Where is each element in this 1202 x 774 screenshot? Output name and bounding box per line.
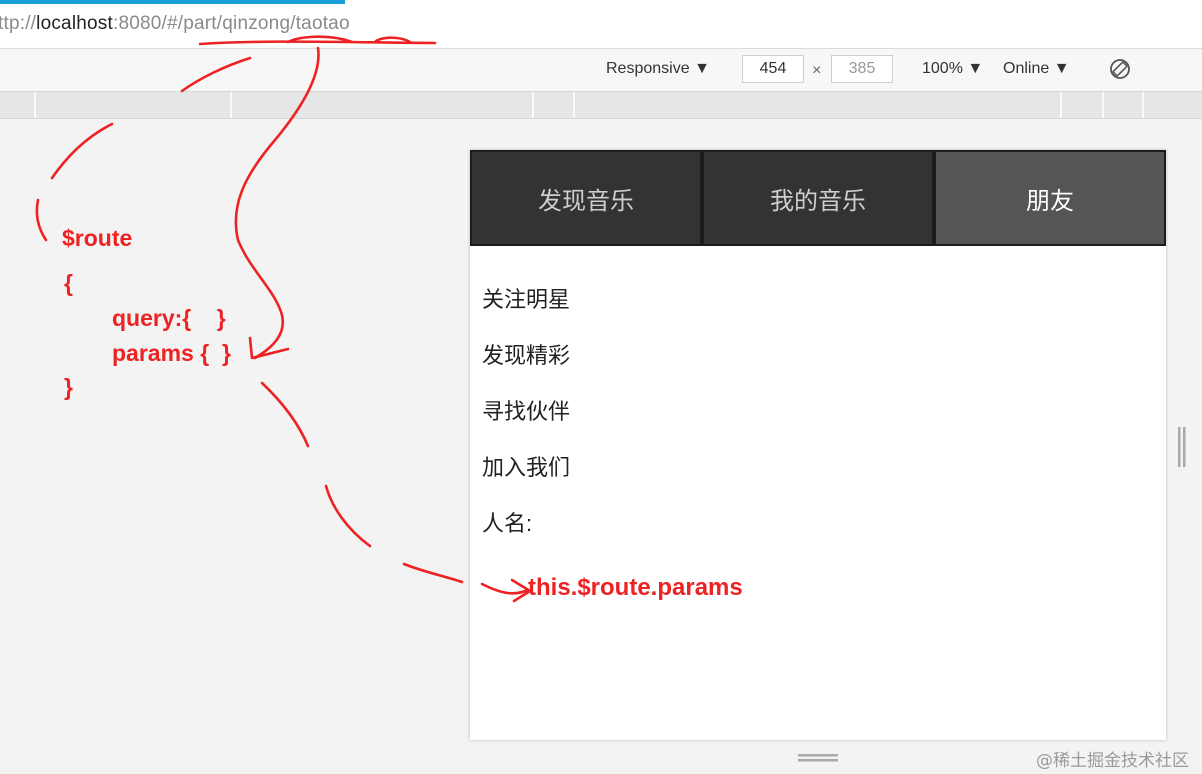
- close-brace-annotation: }: [64, 374, 73, 400]
- open-brace-annotation: {: [64, 270, 73, 296]
- watermark: @稀土掘金技术社区: [1036, 751, 1189, 771]
- annotation-drawing: [35, 35, 532, 603]
- params-access-annotation: this.$route.params: [528, 574, 743, 601]
- params-annotation: params { }: [112, 340, 231, 366]
- query-annotation: query:{ }: [112, 305, 226, 331]
- route-annotation: $route: [62, 225, 133, 251]
